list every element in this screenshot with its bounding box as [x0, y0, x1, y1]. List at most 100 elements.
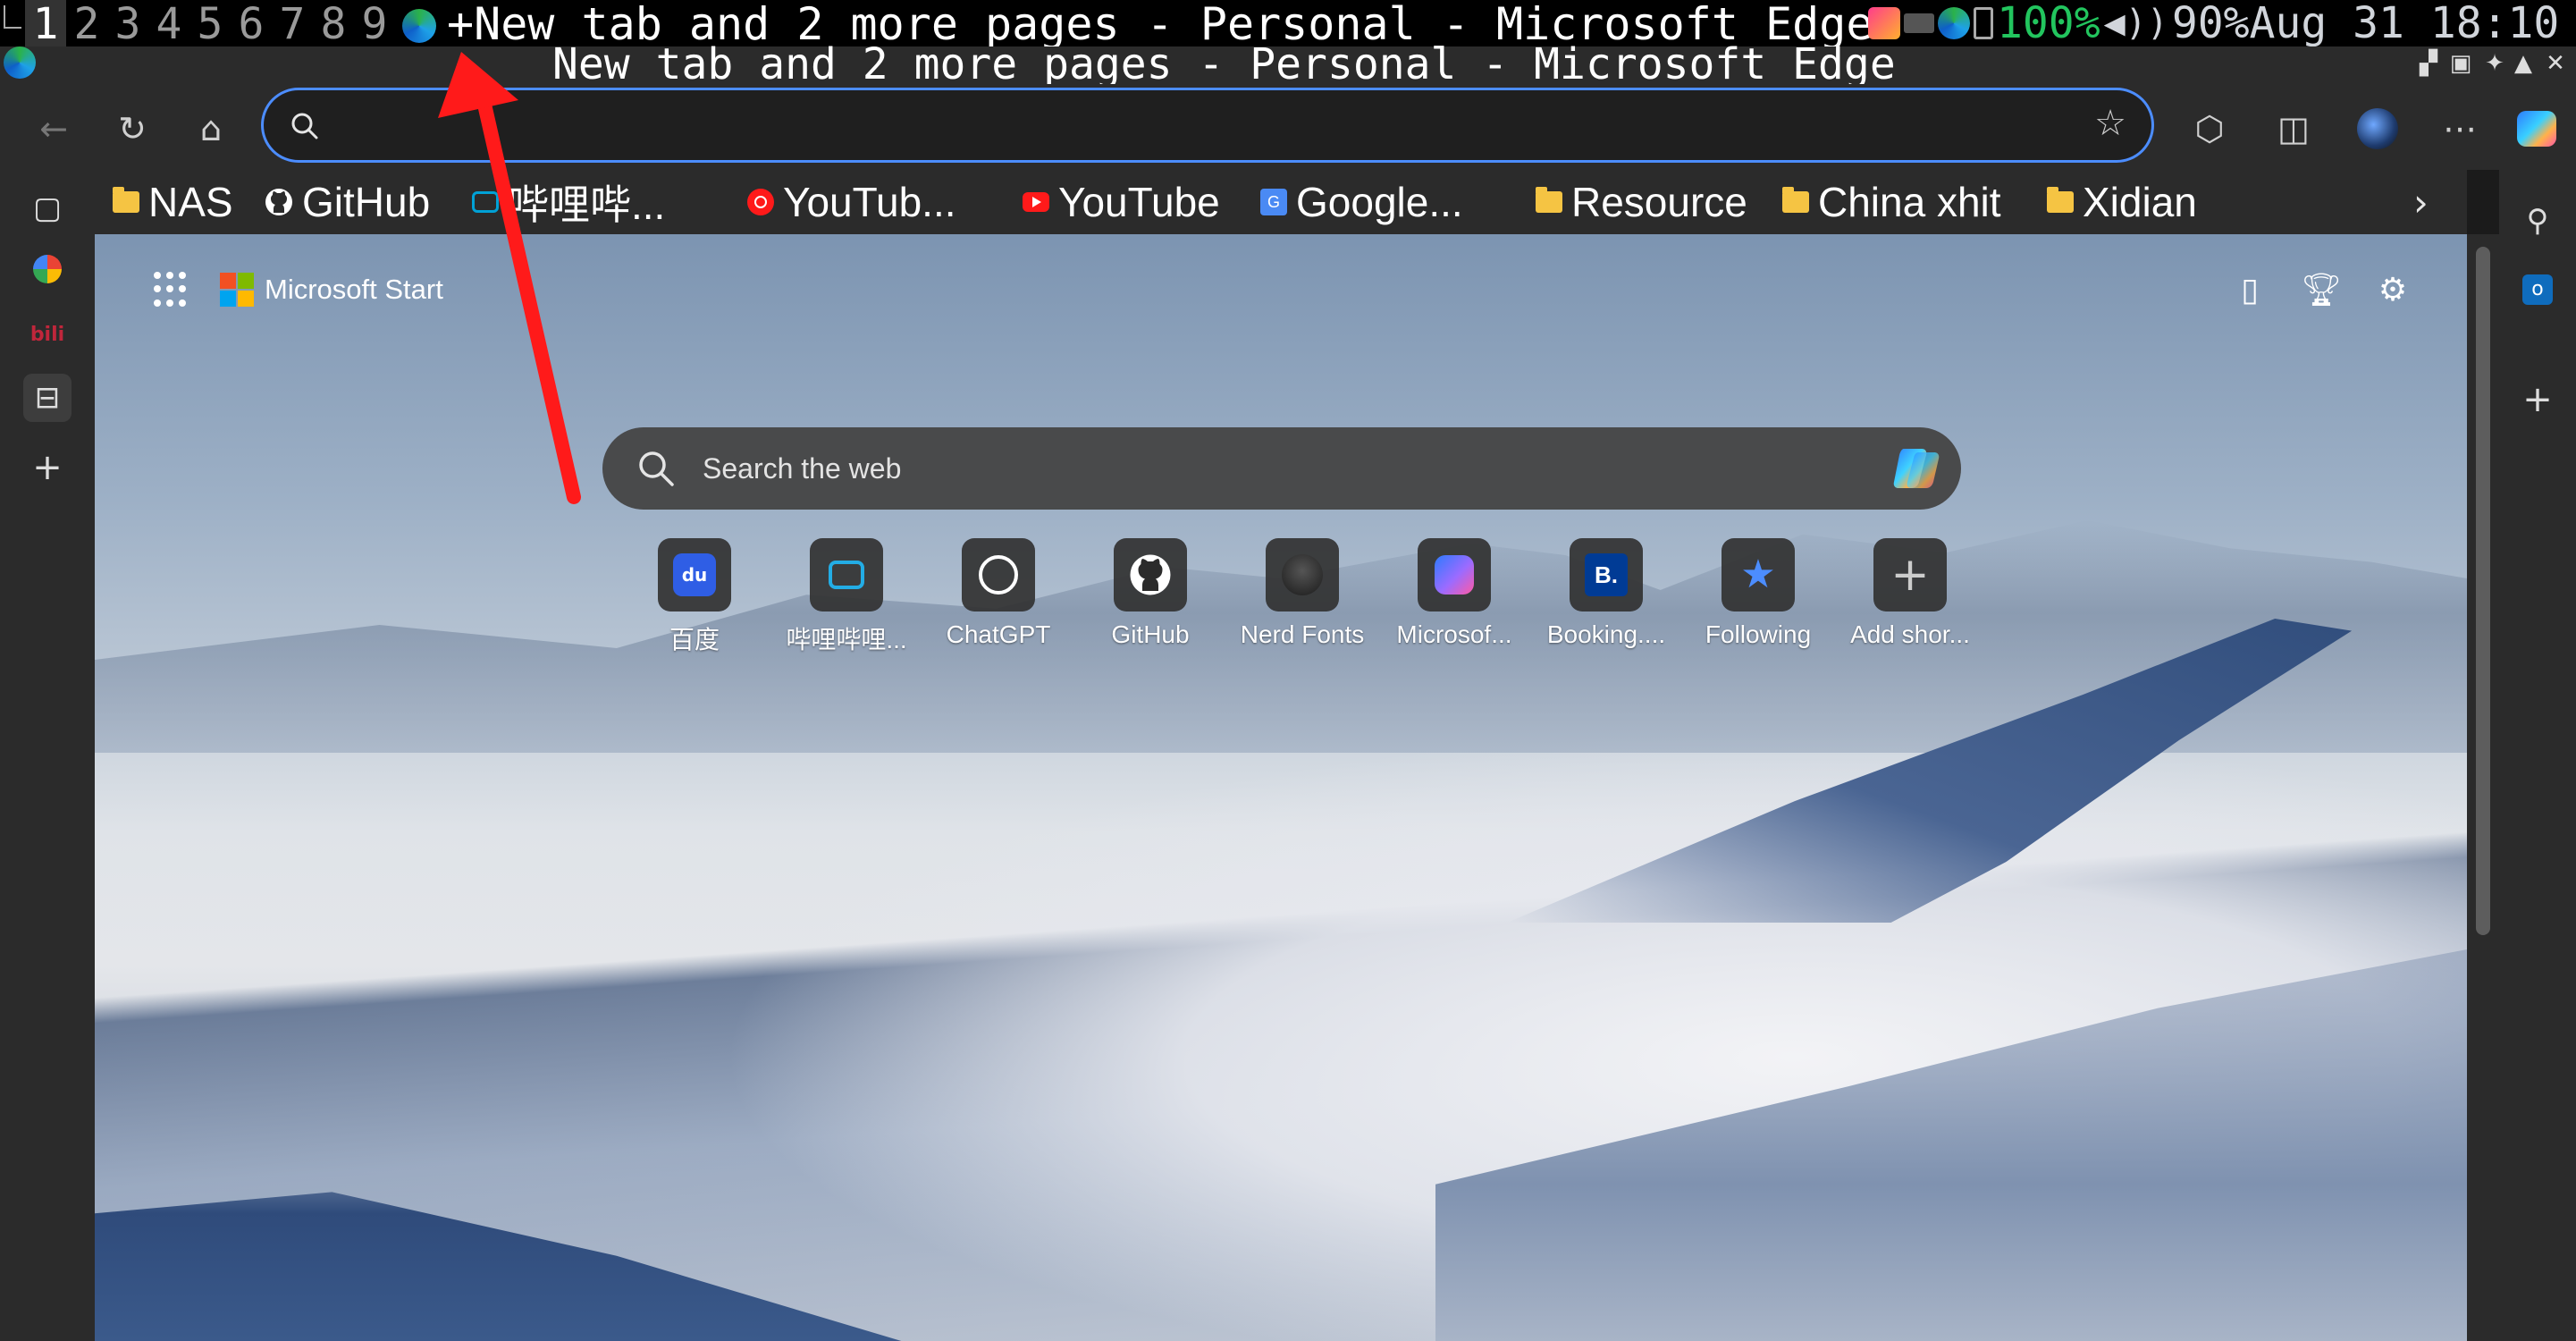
- shortcut-label: ChatGPT: [946, 620, 1051, 648]
- shortcut-add[interactable]: + Add shor...: [1834, 538, 1986, 656]
- bookmark-nas[interactable]: NAS: [113, 177, 233, 227]
- booking-icon: B.: [1585, 553, 1628, 596]
- tab-actions-icon[interactable]: ▢: [23, 184, 72, 232]
- shortcut-label: Microsof...: [1396, 620, 1512, 648]
- edge-icon[interactable]: [402, 9, 436, 43]
- copilot-icon[interactable]: [2513, 105, 2560, 152]
- system-tray: 100% ◀)) 90% Aug 31 18:10: [1868, 0, 2559, 48]
- google-icon: [33, 255, 62, 283]
- shortcut-bilibili[interactable]: 哔哩哔哩...: [770, 538, 922, 656]
- bookmark-youtube-music[interactable]: YouTub...: [747, 177, 956, 227]
- newtab-tab-icon[interactable]: ⊟: [23, 374, 72, 422]
- float-icon[interactable]: ▣: [2446, 50, 2476, 77]
- following-icon: ★: [1740, 552, 1776, 597]
- profile-avatar[interactable]: [2354, 105, 2401, 152]
- shortcut-chatgpt[interactable]: ChatGPT: [922, 538, 1074, 656]
- tile-icon[interactable]: ▞: [2413, 50, 2444, 77]
- microsoft-start-label[interactable]: Microsoft Start: [265, 274, 443, 306]
- browser-toolbar: ← ↻ ⌂ ☆ ⬡ ◫ ⋯: [0, 84, 2576, 170]
- shortcut-microsoft[interactable]: Microsof...: [1378, 538, 1530, 656]
- nerd-fonts-icon: [1282, 554, 1323, 595]
- workspace-9[interactable]: 9: [354, 0, 395, 48]
- bookmark-google-translate[interactable]: G Google...: [1260, 177, 1463, 227]
- chevron-right-icon[interactable]: ›: [2413, 181, 2429, 224]
- battery-level: 100%: [1997, 0, 2100, 48]
- bookmark-github[interactable]: GitHub: [265, 177, 430, 227]
- back-button[interactable]: ←: [30, 105, 77, 152]
- github-icon: [265, 178, 293, 226]
- bookmark-label: NAS: [148, 179, 233, 225]
- outlook-icon[interactable]: o: [2513, 261, 2562, 309]
- youtube-music-icon: [747, 189, 774, 215]
- maximize-icon[interactable]: ▲: [2508, 50, 2538, 77]
- workspace-3[interactable]: 3: [107, 0, 148, 48]
- workspace-5[interactable]: 5: [189, 0, 231, 48]
- vertical-tabs-sidebar: ▢ bili ⊟ +: [0, 170, 95, 1341]
- home-button[interactable]: ⌂: [188, 105, 234, 152]
- bookmarks-bar: NAS GitHub 哔哩哔... YouTub... YouTube G Goo…: [0, 170, 2467, 234]
- copilot-icon[interactable]: [1891, 445, 1945, 492]
- shortcut-label: Booking....: [1546, 620, 1666, 648]
- volume-level: 90%: [2171, 0, 2250, 48]
- page-scrollbar[interactable]: [2467, 234, 2499, 1341]
- workspace-8[interactable]: 8: [313, 0, 354, 48]
- more-options-icon[interactable]: ⋯: [2437, 105, 2483, 152]
- bookmark-label: China xhit: [1818, 179, 2001, 225]
- favorite-star-icon[interactable]: ☆: [2094, 103, 2126, 144]
- bookmark-label: Xidian: [2083, 179, 2197, 225]
- sidebar-add-icon[interactable]: +: [2513, 375, 2562, 424]
- scrollbar-thumb[interactable]: [2476, 247, 2490, 935]
- bookmark-china-xhit[interactable]: China xhit: [1782, 177, 2001, 227]
- shortcut-label: 百度: [669, 626, 720, 654]
- right-sidebar: ⚲ o +: [2499, 170, 2576, 1341]
- shortcut-github[interactable]: GitHub: [1074, 538, 1226, 656]
- extensions-icon[interactable]: ⬡: [2186, 105, 2233, 152]
- refresh-button[interactable]: ↻: [109, 105, 156, 152]
- layout-icon[interactable]: [4, 5, 21, 29]
- bookmark-label: GitHub: [302, 179, 431, 225]
- workspace-4[interactable]: 4: [148, 0, 189, 48]
- battery-icon: [1974, 7, 1993, 39]
- bookmark-bilibili[interactable]: 哔哩哔...: [472, 177, 665, 228]
- new-tab-plus-icon[interactable]: +: [23, 443, 72, 492]
- bookmark-youtube[interactable]: YouTube: [1023, 177, 1220, 227]
- sidebar-search-icon[interactable]: ⚲: [2513, 197, 2562, 245]
- shortcut-tiles: du 百度 哔哩哔哩... ChatGPT GitHub Nerd Fonts …: [619, 538, 1986, 656]
- workspace-2[interactable]: 2: [66, 0, 107, 48]
- app-launcher-icon[interactable]: [154, 272, 189, 308]
- shortcut-booking[interactable]: B. Booking....: [1530, 538, 1682, 656]
- youtube-icon: [1023, 192, 1049, 212]
- workspace-7[interactable]: 7: [272, 0, 313, 48]
- bilibili-icon: [829, 561, 864, 589]
- workspace-6[interactable]: 6: [231, 0, 272, 48]
- web-search-box[interactable]: Search the web: [602, 427, 1961, 510]
- google-translate-icon: G: [1260, 189, 1287, 215]
- bilibili-tab-icon[interactable]: bili: [23, 311, 72, 359]
- keyboard-icon[interactable]: [1904, 13, 1934, 33]
- edge-small-icon: [4, 46, 36, 79]
- google-tab[interactable]: [23, 245, 72, 293]
- plus-icon: +: [1890, 548, 1930, 602]
- pin-icon[interactable]: ✦: [2479, 50, 2510, 77]
- rewards-icon[interactable]: 🏆︎: [2299, 268, 2344, 313]
- settings-gear-icon[interactable]: ⚙: [2370, 268, 2415, 313]
- github-icon: [1130, 554, 1171, 595]
- bookmark-xidian[interactable]: Xidian: [2047, 177, 2197, 227]
- shortcut-label: Nerd Fonts: [1240, 620, 1365, 648]
- split-screen-icon[interactable]: ◫: [2270, 105, 2317, 152]
- shortcut-baidu[interactable]: du 百度: [619, 538, 770, 656]
- workspace-1[interactable]: 1: [25, 0, 66, 48]
- search-icon: [639, 451, 674, 486]
- address-input[interactable]: [335, 105, 2037, 149]
- bookmark-resource[interactable]: Resource: [1536, 177, 1747, 227]
- volume-icon[interactable]: ◀)): [2104, 3, 2168, 44]
- microsoft-copilot-icon: [1435, 555, 1474, 595]
- edge-tray-icon[interactable]: [1938, 7, 1970, 39]
- address-bar[interactable]: ☆: [261, 88, 2154, 163]
- app-tray-icon[interactable]: [1868, 7, 1900, 39]
- shortcut-following[interactable]: ★ Following: [1682, 538, 1834, 656]
- shortcut-nerd-fonts[interactable]: Nerd Fonts: [1226, 538, 1378, 656]
- close-icon[interactable]: ✕: [2540, 50, 2571, 77]
- phone-icon[interactable]: ▯: [2227, 268, 2272, 313]
- bookmark-label: YouTub...: [783, 179, 956, 225]
